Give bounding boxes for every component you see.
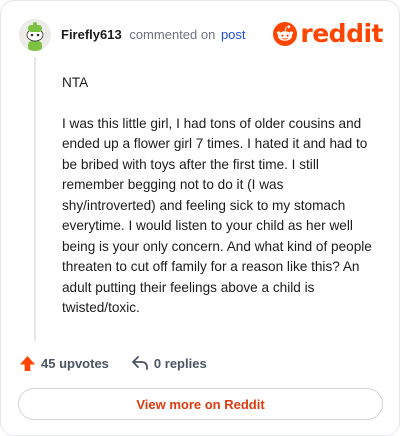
post-link[interactable]: post — [221, 27, 246, 42]
reply-arrow-icon — [132, 356, 148, 370]
comment-actions: 45 upvotes 0 replies — [19, 353, 207, 373]
thread-line[interactable] — [34, 57, 36, 341]
upvote-button[interactable]: 45 upvotes — [19, 355, 109, 372]
reply-count: 0 replies — [153, 355, 207, 371]
replies-button[interactable]: 0 replies — [131, 355, 207, 371]
view-more-button[interactable]: View more on Reddit — [18, 388, 383, 420]
avatar[interactable] — [19, 19, 51, 51]
reddit-logo[interactable]: reddit — [273, 20, 383, 48]
reddit-wordmark: reddit — [300, 19, 383, 48]
comment-paragraph: I was this little girl, I had tons of ol… — [62, 115, 372, 316]
upvote-count: 45 upvotes — [41, 355, 109, 371]
commented-on-text: commented on — [129, 27, 216, 42]
comment-body: NTA I was this little girl, I had tons o… — [62, 73, 380, 319]
comment-paragraph: NTA — [62, 75, 89, 90]
comment-embed-card: Firefly613 commented on post reddit NTA … — [0, 0, 400, 436]
reddit-logo-icon — [273, 22, 298, 46]
author-name[interactable]: Firefly613 — [61, 27, 122, 42]
snoo-avatar-icon — [19, 19, 51, 51]
upvote-arrow-icon — [19, 355, 36, 371]
comment-meta: Firefly613 commented on post — [61, 27, 246, 43]
